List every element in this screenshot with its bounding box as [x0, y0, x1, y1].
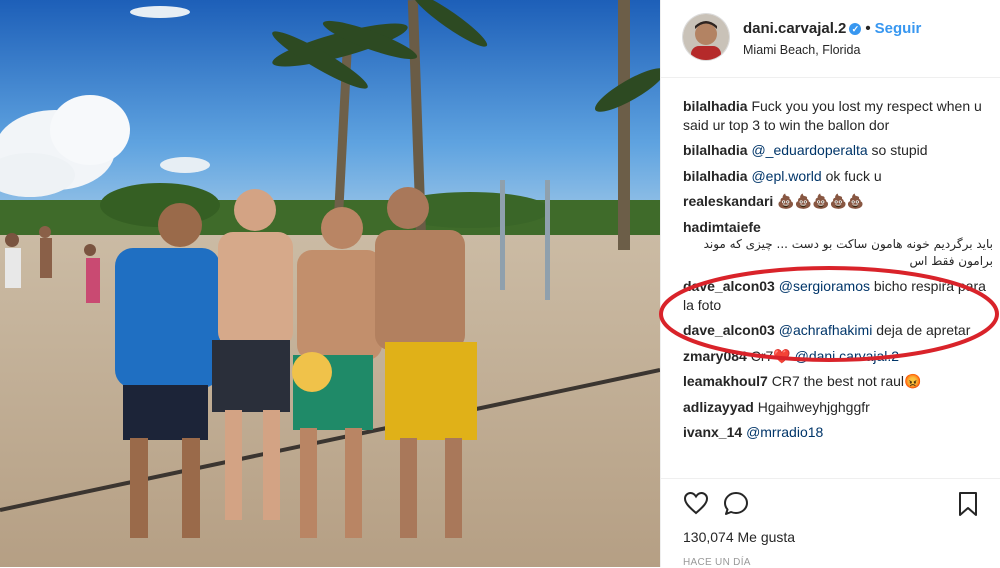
instagram-post: dani.carvajal.2 ✓ • Seguir Miami Beach, Flo…	[0, 0, 1000, 568]
comment-mention[interactable]: @epl.world	[751, 168, 821, 184]
bookmark-icon[interactable]	[957, 491, 979, 522]
comment-username[interactable]: dave_alcon03	[683, 322, 775, 338]
comment-username[interactable]: bilalhadia	[683, 142, 748, 158]
comment-mention[interactable]: @sergioramos	[779, 278, 870, 294]
post-header: dani.carvajal.2 ✓ • Seguir Miami Beach, Flo…	[661, 0, 1000, 78]
likes-count[interactable]: 130,074 Me gusta	[683, 529, 795, 545]
comment-mention[interactable]: @dani.carvajal.2	[795, 348, 900, 364]
comment: dave_alcon03 @sergioramos bicho respira …	[683, 277, 993, 314]
post-timestamp: HACE UN DÍA	[683, 557, 751, 568]
comment-username[interactable]: leamakhoul7	[683, 373, 768, 389]
comment-username[interactable]: hadimtaiefe	[683, 219, 761, 235]
comment: bilalhadia @epl.world ok fuck u	[683, 167, 993, 186]
comment-text: CR7 the best not raul😡	[771, 373, 922, 389]
comment-username[interactable]: bilalhadia	[683, 168, 748, 184]
comment: bilalhadia @_eduardoperalta so stupid	[683, 141, 993, 160]
comment-username[interactable]: ivanx_14	[683, 424, 742, 440]
username-link[interactable]: dani.carvajal.2	[743, 20, 846, 37]
comment-text: Cr7❤️	[750, 347, 791, 364]
comment-username[interactable]: dave_alcon03	[683, 278, 775, 294]
comment-text: so stupid	[867, 142, 928, 158]
comment: bilalhadia Fuck you you lost my respect …	[683, 97, 993, 134]
comment: dave_alcon03 @achrafhakimi deja de apret…	[683, 321, 993, 340]
comment-mention[interactable]: @achrafhakimi	[779, 322, 873, 338]
verified-icon: ✓	[849, 23, 862, 35]
post-username-line: dani.carvajal.2 ✓ • Seguir	[743, 20, 921, 37]
location-link[interactable]: Miami Beach, Florida	[743, 43, 860, 57]
comment: leamakhoul7 CR7 the best not raul😡	[683, 372, 993, 391]
follow-button[interactable]: Seguir	[875, 20, 922, 37]
avatar-image	[683, 14, 729, 60]
comment: zmary084 Cr7❤️ @dani.carvajal.2	[683, 347, 993, 366]
heart-icon[interactable]	[683, 491, 709, 520]
beach-photo-image	[0, 0, 660, 567]
comment: realeskandari 💩💩💩💩💩	[683, 192, 993, 211]
comment-text: deja de apretar	[872, 322, 971, 338]
post-actions: 130,074 Me gusta HACE UN DÍA	[661, 478, 1000, 568]
comment: adlizayyad Hgaihweyhjghggfr	[683, 398, 993, 417]
comment-text: 💩💩💩💩💩	[777, 193, 865, 209]
comment-mention[interactable]: @mrradio18	[746, 424, 823, 440]
comment: ivanx_14 @mrradio18	[683, 423, 993, 442]
comments-list: bilalhadia Fuck you you lost my respect …	[683, 97, 993, 449]
avatar[interactable]	[683, 14, 729, 60]
comment: hadimtaiefe باید برگردیم خونه هامون ساکت…	[683, 218, 993, 271]
comment-username[interactable]: bilalhadia	[683, 98, 748, 114]
post-photo[interactable]	[0, 0, 660, 567]
comment-username[interactable]: adlizayyad	[683, 399, 754, 415]
comment-text: ok fuck u	[821, 167, 882, 184]
comment-mention[interactable]: @_eduardoperalta	[751, 142, 867, 158]
comment-text: باید برگردیم خونه هامون ساکت بو دست ... …	[703, 237, 993, 268]
comment-username[interactable]: zmary084	[683, 348, 747, 364]
comment-text: Hgaihweyhjghggfr	[757, 398, 870, 415]
comment-icon[interactable]	[723, 491, 749, 522]
post-side-panel: dani.carvajal.2 ✓ • Seguir Miami Beach, Flo…	[660, 0, 1000, 568]
separator-dot: •	[865, 20, 871, 37]
comment-username[interactable]: realeskandari	[683, 193, 773, 209]
